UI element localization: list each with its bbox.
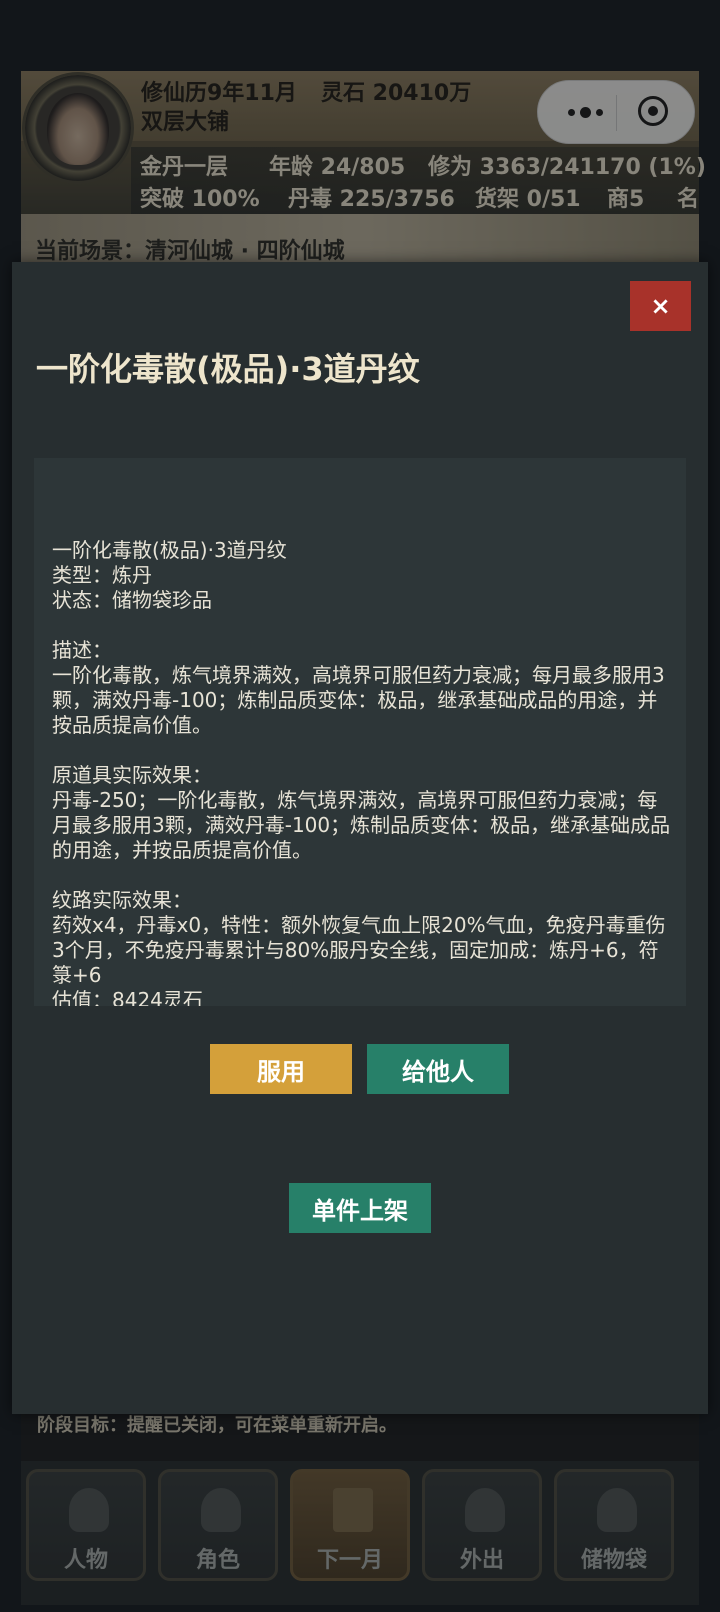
item-detail-text: 一阶化毒散(极品)·3道丹纹 类型：炼丹 状态：储物袋珍品 描述： 一阶化毒散，… <box>52 538 672 1006</box>
estimated-value: 估值：8424灵石 <box>52 988 203 1006</box>
use-button[interactable]: 服用 <box>210 1044 352 1094</box>
original-effect-label: 原道具实际效果： <box>52 763 212 787</box>
close-button[interactable]: × <box>630 281 691 331</box>
dialog-title: 一阶化毒散(极品)·3道丹纹 <box>36 350 420 388</box>
item-detail-dialog: × 一阶化毒散(极品)·3道丹纹 一阶化毒散(极品)·3道丹纹 类型：炼丹 状态… <box>12 262 708 1414</box>
list-single-button[interactable]: 单件上架 <box>289 1183 431 1233</box>
description-text: 一阶化毒散，炼气境界满效，高境界可服但药力衰减；每月最多服用3颗，满效丹毒-10… <box>52 663 665 737</box>
give-button[interactable]: 给他人 <box>367 1044 509 1094</box>
item-name-line: 一阶化毒散(极品)·3道丹纹 <box>52 538 287 562</box>
item-type-line: 类型：炼丹 <box>52 563 152 587</box>
original-effect-text: 丹毒-250；一阶化毒散，炼气境界满效，高境界可服但药力衰减；每月最多服用3颗，… <box>52 788 671 862</box>
pattern-effect-text: 药效x4，丹毒x0，特性：额外恢复气血上限20%气血，免疫丹毒重伤3个月，不免疫… <box>52 913 666 987</box>
pattern-effect-label: 纹路实际效果： <box>52 888 192 912</box>
description-label: 描述： <box>52 638 112 662</box>
item-state-line: 状态：储物袋珍品 <box>52 588 212 612</box>
item-detail-panel[interactable]: 一阶化毒散(极品)·3道丹纹 类型：炼丹 状态：储物袋珍品 描述： 一阶化毒散，… <box>34 458 686 1006</box>
